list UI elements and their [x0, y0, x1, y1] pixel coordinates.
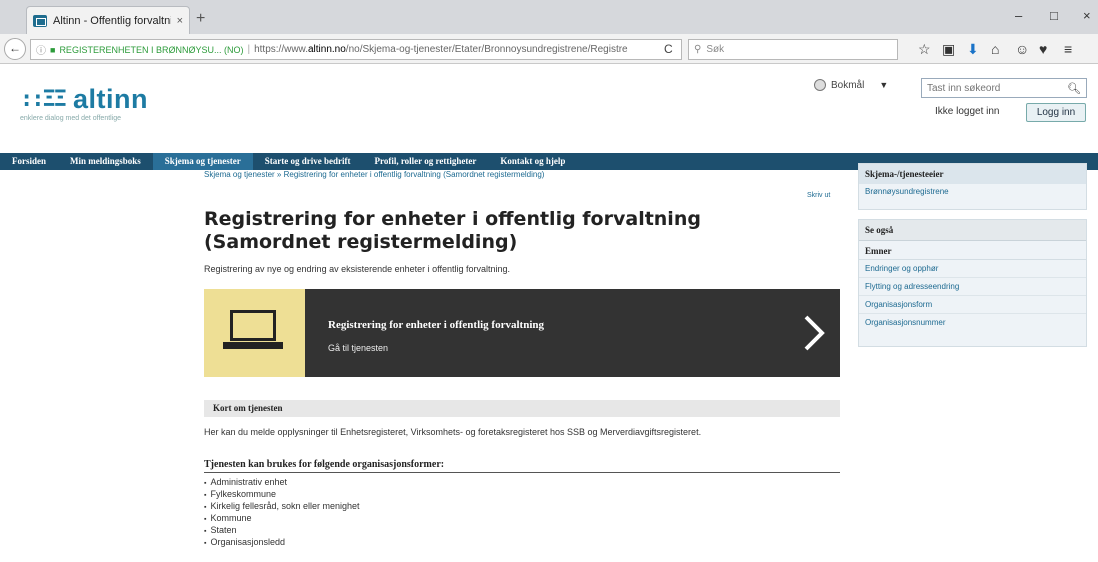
list-item: Organisasjonsledd	[204, 537, 360, 549]
minimize-icon[interactable]: –	[1015, 8, 1022, 23]
see-also-link[interactable]: Organisasjonsnummer	[859, 314, 1086, 331]
url-prefix: https://www.	[254, 44, 308, 55]
address-bar[interactable]: ⓘ ■ REGISTERENHETEN I BRØNNØYSU... (NO) …	[30, 39, 682, 60]
see-also-link[interactable]: Flytting og adresseendring	[859, 278, 1086, 296]
browser-tab[interactable]: Altinn - Offentlig forvaltni... ×	[26, 6, 190, 34]
site-search-input[interactable]	[927, 82, 1057, 94]
menu-icon[interactable]: ≡	[1064, 41, 1072, 57]
lock-icon: ■	[50, 44, 56, 55]
nav-item-starte-bedrift[interactable]: Starte og drive bedrift	[253, 153, 363, 170]
site-search[interactable]: 🔍︎	[921, 78, 1087, 98]
see-also-box: Se også Emner Endringer og opphør Flytti…	[858, 219, 1087, 347]
org-forms-list: Administrativ enhet Fylkeskommune Kirkel…	[204, 477, 360, 549]
language-label: Bokmål	[831, 79, 865, 91]
bookmark-star-icon[interactable]: ☆	[918, 41, 931, 58]
altinn-favicon-icon	[33, 14, 47, 27]
new-tab-icon[interactable]: +	[196, 10, 205, 28]
print-link[interactable]: Skriv ut	[807, 192, 830, 199]
see-also-heading: Se også	[859, 220, 1086, 241]
see-also-link[interactable]: Organisasjonsform	[859, 296, 1086, 314]
search-icon[interactable]: 🔍︎	[1067, 82, 1081, 95]
page-lead: Registrering av nye og endring av eksist…	[204, 264, 511, 274]
list-item: Administrativ enhet	[204, 477, 360, 489]
login-status: Ikke logget inn	[935, 106, 1000, 117]
topics-heading: Emner	[859, 241, 1086, 260]
pocket-icon[interactable]: ♥	[1039, 41, 1047, 57]
list-item: Staten	[204, 525, 360, 537]
go-to-service-link[interactable]: Gå til tjenesten	[328, 343, 388, 353]
start-service-banner[interactable]: Registrering for enheter i offentlig for…	[204, 289, 840, 377]
tab-title: Altinn - Offentlig forvaltni...	[53, 14, 171, 27]
nav-item-forsiden[interactable]: Forsiden	[0, 153, 58, 170]
back-button[interactable]: ←	[4, 38, 26, 60]
chevron-right-icon	[804, 315, 825, 351]
nav-item-profil[interactable]: Profil, roller og rettigheter	[363, 153, 489, 170]
login-button[interactable]: Logg inn	[1026, 103, 1086, 122]
service-title: Registrering for enheter i offentlig for…	[328, 319, 544, 331]
site-identity: REGISTERENHETEN I BRØNNØYSU... (NO)	[59, 44, 244, 55]
browser-toolbar: ← ⓘ ■ REGISTERENHETEN I BRØNNØYSU... (NO…	[0, 34, 1098, 64]
search-icon: ⚲	[694, 44, 702, 55]
info-icon[interactable]: ⓘ	[36, 42, 46, 57]
url-separator: |	[247, 44, 251, 55]
browser-tab-bar: Altinn - Offentlig forvaltni... × + – □ …	[0, 0, 1098, 34]
window-close-icon[interactable]: ×	[1083, 8, 1091, 23]
reload-icon[interactable]: C	[664, 42, 673, 56]
download-icon[interactable]: ⬇	[967, 41, 979, 58]
maximize-icon[interactable]: □	[1050, 8, 1058, 23]
breadcrumb[interactable]: Skjema og tjenester » Registrering for e…	[204, 170, 544, 179]
chevron-down-icon: ▼	[879, 80, 889, 90]
url-domain: altinn.no	[307, 44, 346, 55]
sync-icon[interactable]: ☺	[1015, 41, 1029, 57]
section-heading: Kort om tjenesten	[204, 400, 840, 417]
nav-item-kontakt[interactable]: Kontakt og hjelp	[488, 153, 577, 170]
start-service-body[interactable]: Registrering for enheter i offentlig for…	[305, 289, 840, 377]
org-forms-heading: Tjenesten kan brukes for følgende organi…	[204, 459, 840, 473]
tab-close-icon[interactable]: ×	[177, 15, 183, 27]
see-also-link[interactable]: Endringer og opphør	[859, 260, 1086, 278]
list-item: Fylkeskommune	[204, 489, 360, 501]
home-icon[interactable]: ⌂	[991, 41, 999, 57]
language-select[interactable]: Bokmål ▼	[814, 79, 888, 91]
browser-search-input[interactable]: ⚲ Søk	[688, 39, 898, 60]
url-path: /no/Skjema-og-tjenester/Etater/Bronnoysu…	[345, 44, 628, 55]
nav-item-meldingsboks[interactable]: Min meldingsboks	[58, 153, 153, 170]
page-title: Registrering for enheter i offentlig for…	[204, 208, 701, 253]
site-header: ::ΞΞ altinn enklere dialog med det offen…	[0, 64, 1098, 153]
owner-heading: Skjema-/tjenesteeier	[859, 164, 1086, 184]
browser-search-placeholder: Søk	[706, 44, 725, 55]
nav-item-skjema[interactable]: Skjema og tjenester	[152, 153, 253, 170]
section-text: Her kan du melde opplysninger til Enhets…	[204, 427, 702, 437]
altinn-logo-mark-icon: ::ΞΞ	[20, 87, 67, 112]
tagline: enklere dialog med det offentlige	[20, 115, 122, 122]
owner-link[interactable]: Brønnøysundregistrene	[859, 184, 1086, 199]
list-item: Kirkelig fellesråd, sokn eller menighet	[204, 501, 359, 513]
laptop-icon	[204, 289, 305, 377]
owner-box: Skjema-/tjenesteeier Brønnøysundregistre…	[858, 163, 1087, 210]
list-item: Kommune	[204, 513, 360, 525]
altinn-logo[interactable]: ::ΞΞ altinn	[20, 84, 148, 115]
reading-list-icon[interactable]: ▣	[942, 41, 955, 58]
globe-icon	[814, 79, 826, 91]
logo-text: altinn	[72, 84, 148, 114]
